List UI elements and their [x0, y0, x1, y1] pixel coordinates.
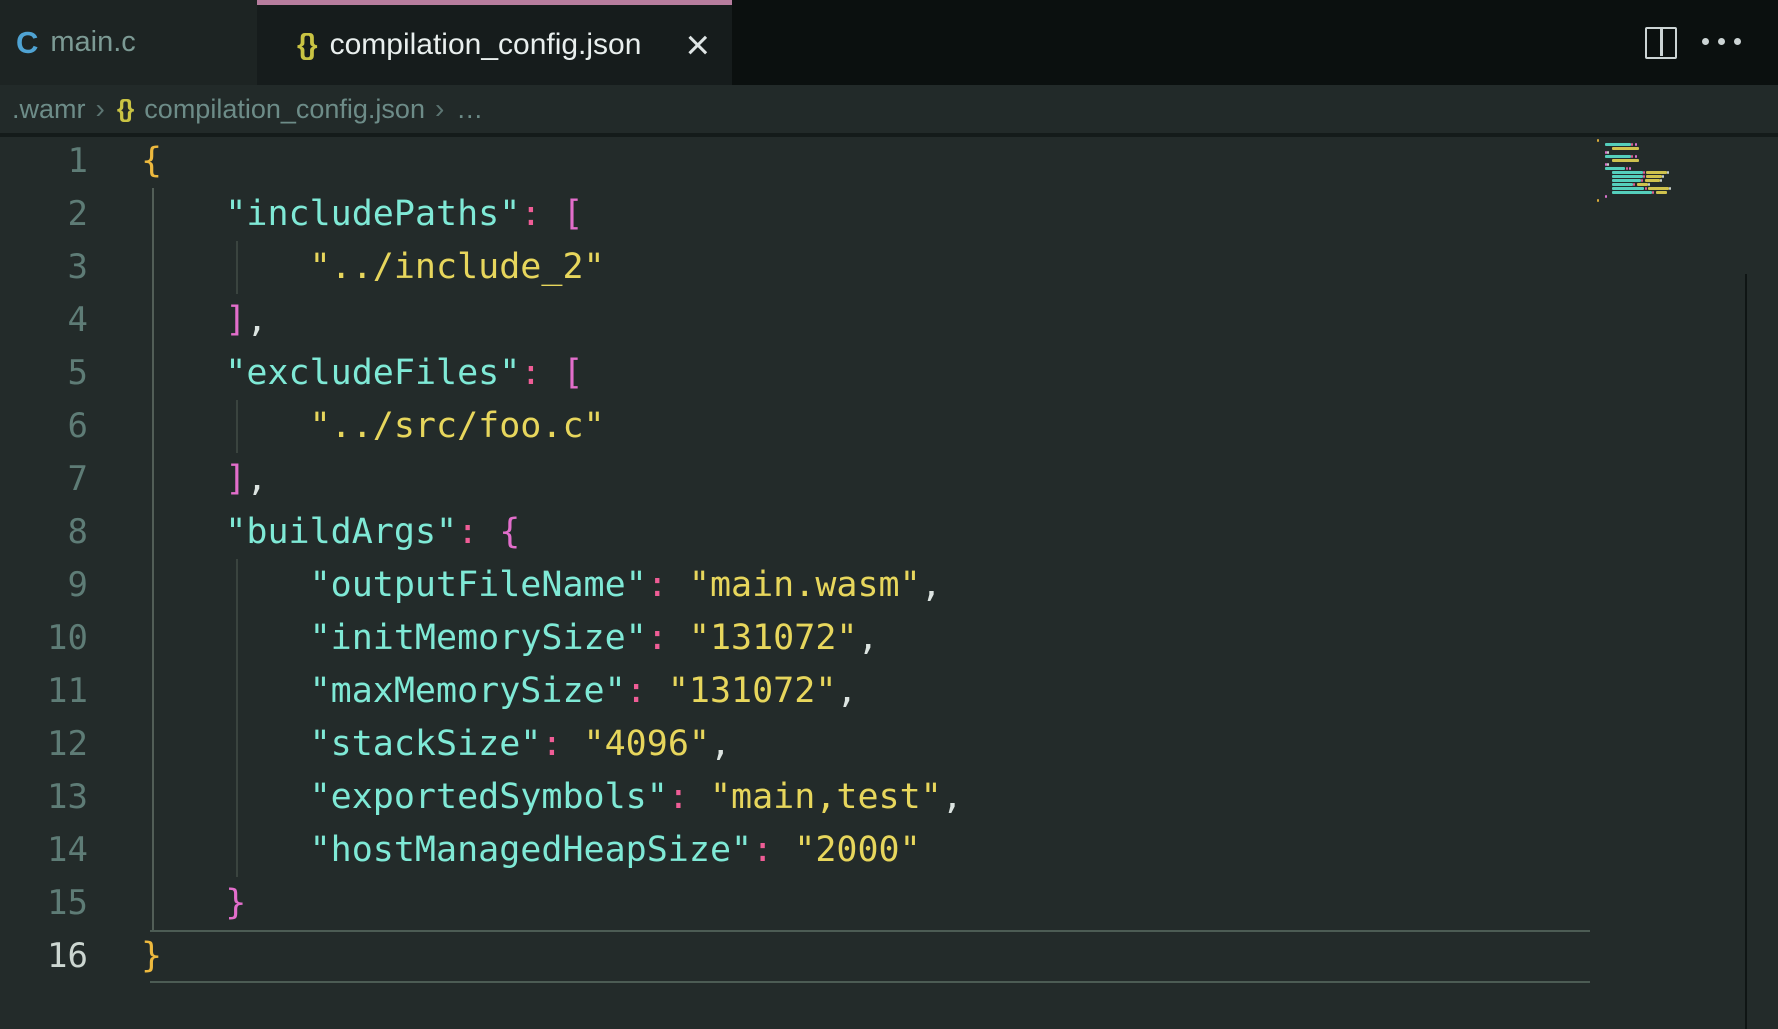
json-file-icon: {} [117, 95, 132, 124]
line-number: 16 [0, 930, 88, 983]
minimap[interactable] [1597, 139, 1727, 203]
code-line-13[interactable]: "exportedSymbols": "main,test", [141, 771, 963, 824]
line-number: 9 [0, 559, 88, 612]
ellipsis-icon[interactable] [1702, 38, 1741, 45]
code-line-14[interactable]: "hostManagedHeapSize": "2000" [141, 824, 963, 877]
breadcrumb: .wamr › {} compilation_config.json › … [0, 85, 1778, 137]
code-line-16[interactable]: } [141, 930, 963, 983]
breadcrumb-tail[interactable]: … [456, 94, 483, 125]
code-line-12[interactable]: "stackSize": "4096", [141, 718, 963, 771]
code-line-3[interactable]: "../include_2" [141, 241, 963, 294]
code-line-10[interactable]: "initMemorySize": "131072", [141, 612, 963, 665]
code-line-7[interactable]: ], [141, 453, 963, 506]
line-number: 13 [0, 771, 88, 824]
line-number: 6 [0, 400, 88, 453]
chevron-right-icon: › [96, 93, 105, 125]
minimap-border [1745, 274, 1747, 1029]
line-number: 12 [0, 718, 88, 771]
split-editor-icon[interactable] [1645, 27, 1677, 59]
line-number: 2 [0, 188, 88, 241]
code-line-6[interactable]: "../src/foo.c" [141, 400, 963, 453]
gutter: 12345678910111213141516 [0, 135, 88, 983]
line-number: 10 [0, 612, 88, 665]
vscode-editor-window: C main.c {} compilation_config.json × .w… [0, 0, 1778, 1029]
chevron-right-icon: › [435, 93, 444, 125]
breadcrumb-folder[interactable]: .wamr [12, 94, 86, 125]
close-tab-icon[interactable]: × [685, 24, 710, 66]
breadcrumb-file[interactable]: compilation_config.json [144, 94, 425, 125]
line-number: 8 [0, 506, 88, 559]
code-line-1[interactable]: { [141, 135, 963, 188]
code-line-2[interactable]: "includePaths": [ [141, 188, 963, 241]
line-number: 4 [0, 294, 88, 347]
line-number: 11 [0, 665, 88, 718]
line-number: 5 [0, 347, 88, 400]
tab-bar: C main.c {} compilation_config.json × [0, 0, 1778, 85]
editor-pane: 12345678910111213141516 { "includePaths"… [0, 137, 1778, 1029]
code-line-5[interactable]: "excludeFiles": [ [141, 347, 963, 400]
code-area[interactable]: { "includePaths": [ "../include_2" ], "e… [141, 135, 963, 983]
code-line-4[interactable]: ], [141, 294, 963, 347]
tab-compilation-config-json[interactable]: {} compilation_config.json × [257, 0, 732, 85]
tab-main-c[interactable]: C main.c [0, 0, 258, 85]
tab-main-c-label: main.c [50, 26, 135, 59]
tab-compilation-config-json-label: compilation_config.json [330, 28, 642, 62]
code-line-11[interactable]: "maxMemorySize": "131072", [141, 665, 963, 718]
code-line-9[interactable]: "outputFileName": "main.wasm", [141, 559, 963, 612]
code-line-8[interactable]: "buildArgs": { [141, 506, 963, 559]
line-number: 7 [0, 453, 88, 506]
code-line-15[interactable]: } [141, 877, 963, 930]
line-number: 14 [0, 824, 88, 877]
c-file-icon: C [16, 25, 38, 61]
line-number: 3 [0, 241, 88, 294]
line-number: 15 [0, 877, 88, 930]
line-number: 1 [0, 135, 88, 188]
json-file-icon: {} [297, 29, 316, 62]
